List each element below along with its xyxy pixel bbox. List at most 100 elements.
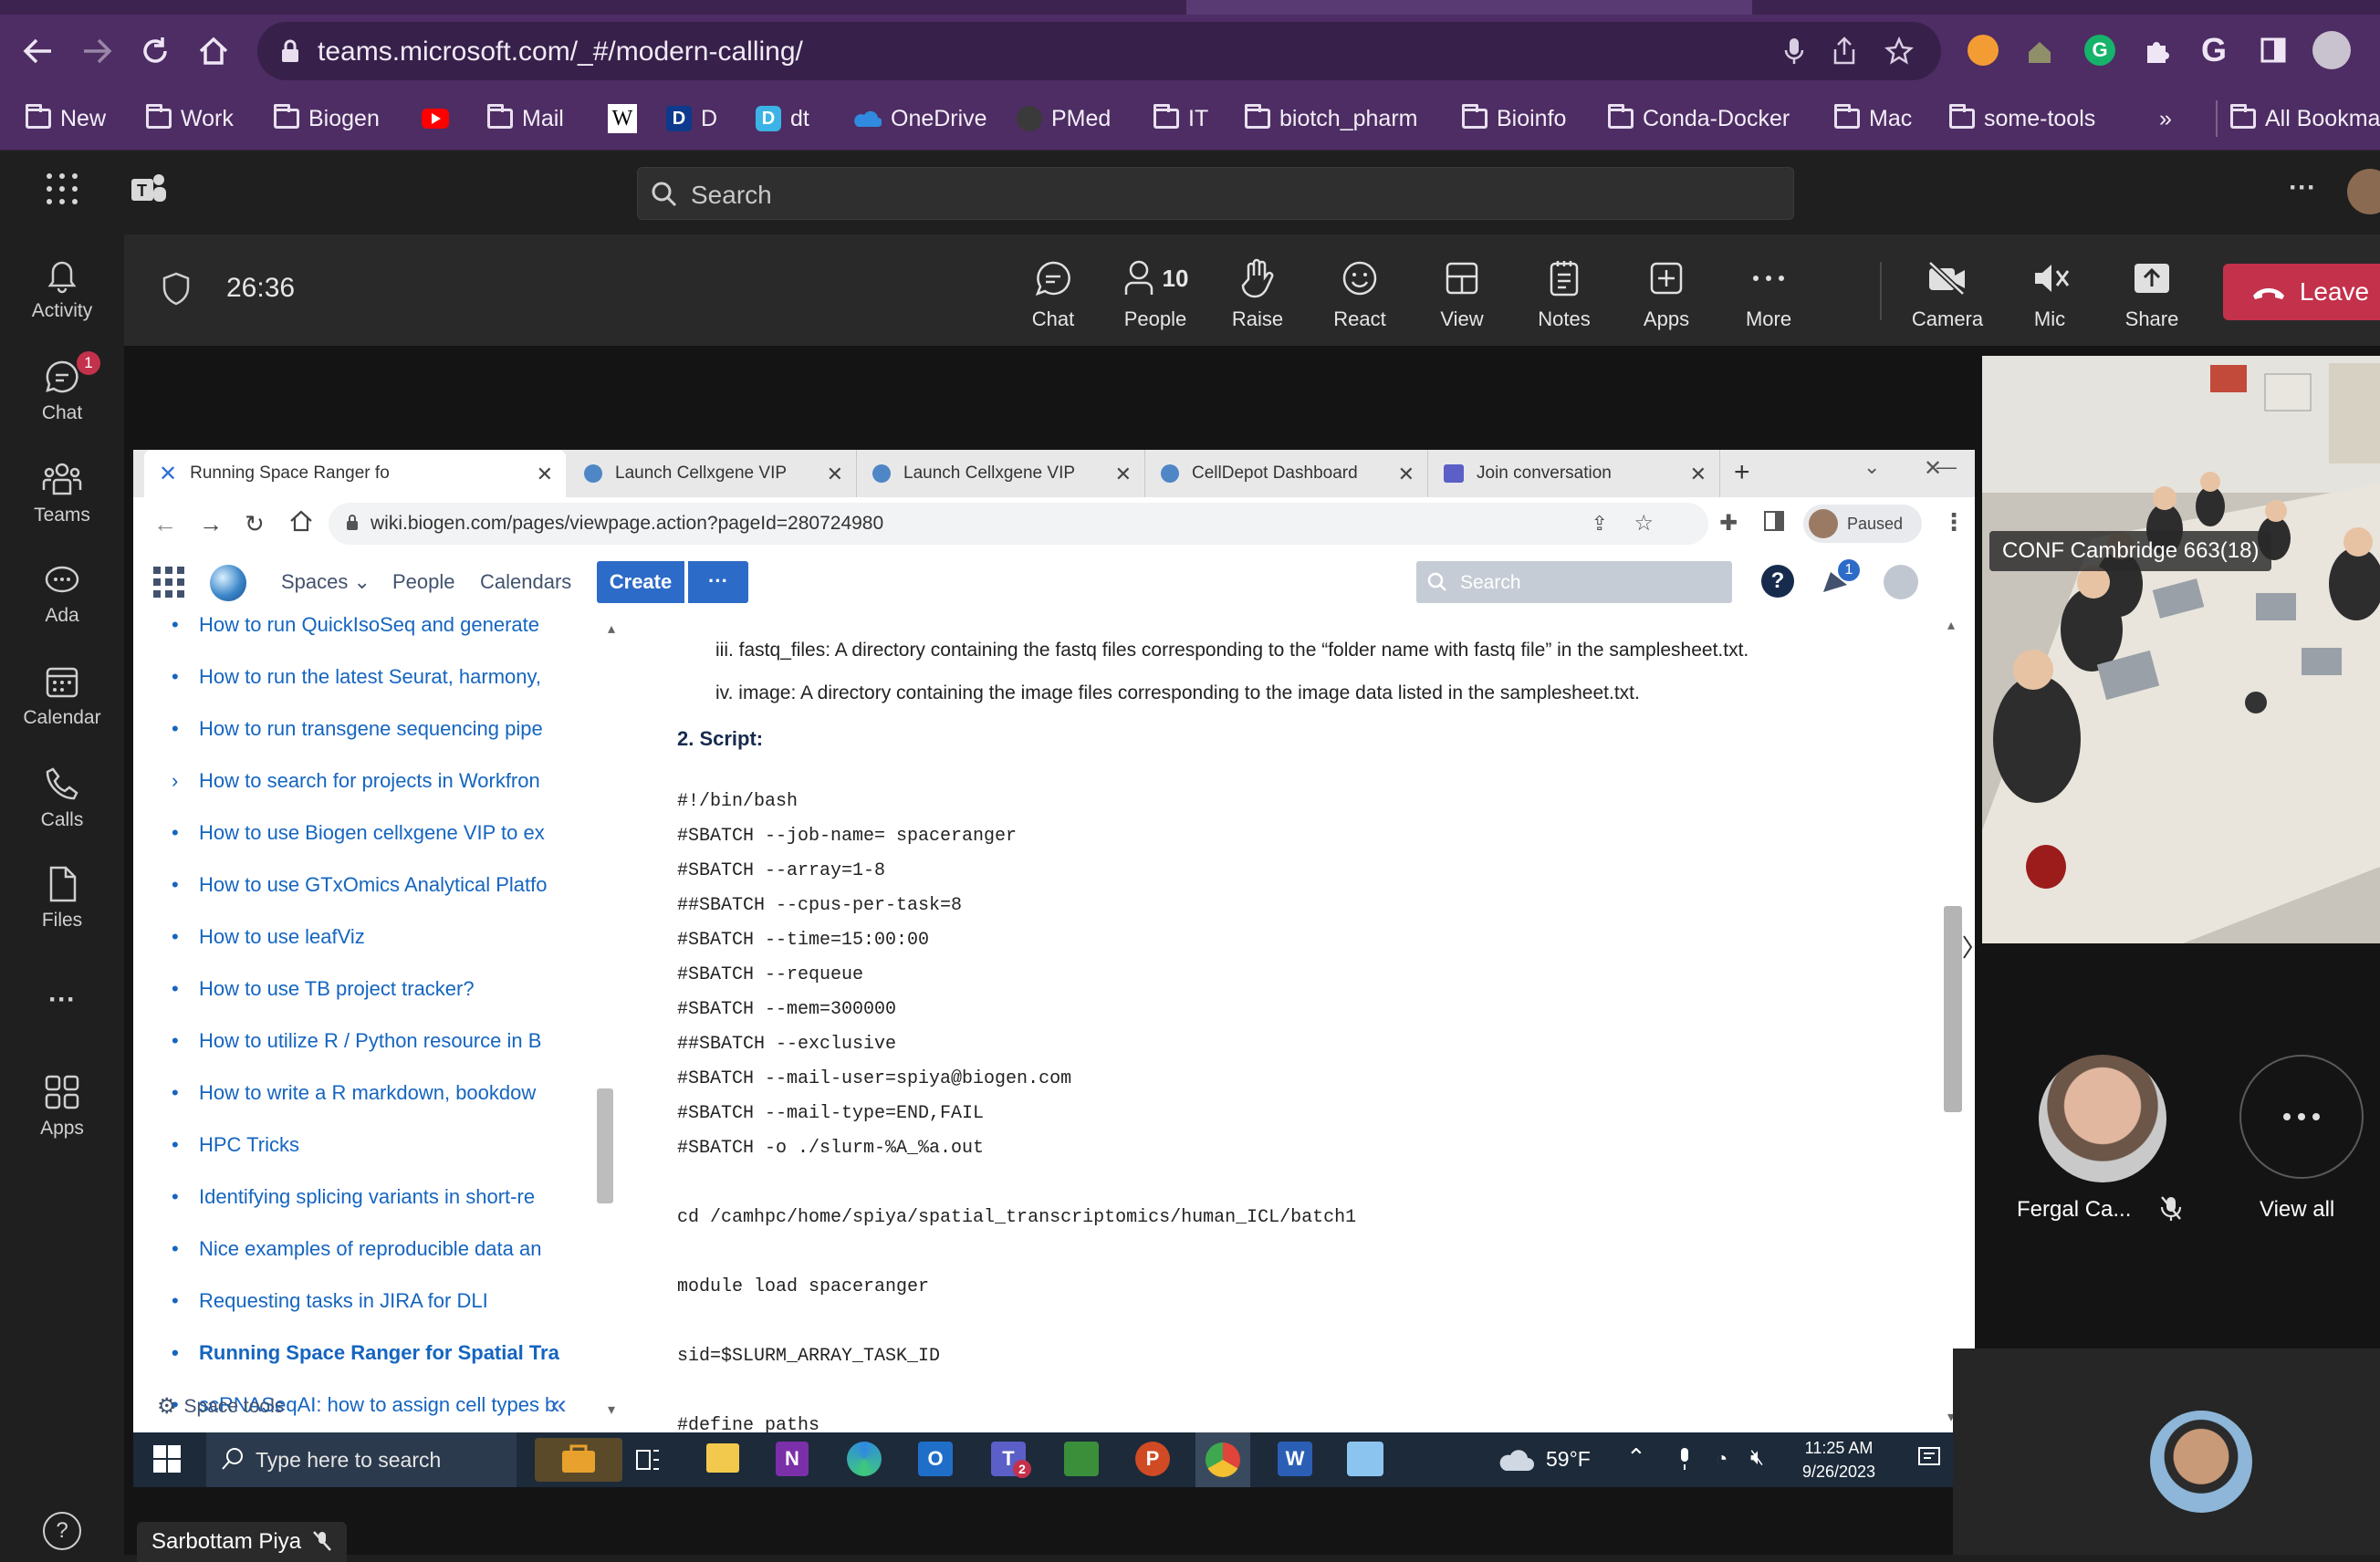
view-button[interactable]: View: [1416, 256, 1508, 331]
participant-avatar[interactable]: [2039, 1055, 2166, 1182]
share-page-icon[interactable]: [1832, 36, 1857, 66]
tree-item[interactable]: • How to run QuickIsoSeq and generate: [172, 612, 600, 645]
bookmark-wikipedia[interactable]: W: [608, 100, 637, 137]
edge-address-bar[interactable]: wiki.biogen.com/pages/viewpage.action?pa…: [329, 503, 1708, 545]
grammarly-icon[interactable]: G: [2084, 35, 2115, 66]
notification-center-icon[interactable]: [1916, 1445, 1942, 1471]
create-more-button[interactable]: ···: [688, 561, 748, 603]
file-explorer-icon[interactable]: [706, 1443, 739, 1473]
all-bookmarks[interactable]: All Bookmarks: [2216, 100, 2380, 137]
notes-button[interactable]: Notes: [1519, 256, 1610, 331]
calendars-link[interactable]: Calendars: [480, 570, 571, 594]
sidebar-toggle-icon[interactable]: [1763, 510, 1785, 532]
tray-mic-icon[interactable]: [1677, 1447, 1692, 1471]
extensions-puzzle-icon[interactable]: [2143, 35, 2174, 66]
edge-menu-icon[interactable]: ⋮: [1942, 508, 1966, 536]
powerpoint-icon[interactable]: P: [1135, 1442, 1170, 1476]
edge-home-icon[interactable]: [288, 508, 314, 534]
edge-back-icon[interactable]: ←: [153, 510, 177, 538]
people-link[interactable]: People: [392, 570, 455, 594]
close-tab-icon[interactable]: ✕: [827, 463, 843, 486]
camera-button[interactable]: Camera: [1902, 256, 1993, 331]
edge-browser-icon[interactable]: [847, 1442, 882, 1476]
tree-item[interactable]: • How to use TB project tracker?: [172, 969, 600, 1009]
tree-item[interactable]: • How to use Biogen cellxgene VIP to ex: [172, 813, 600, 853]
tree-item[interactable]: • How to use leafViz: [172, 917, 600, 957]
help-icon[interactable]: ?: [1761, 565, 1794, 598]
apps-button[interactable]: Apps: [1621, 256, 1712, 331]
tree-item[interactable]: • How to write a R markdown, bookdow: [172, 1073, 600, 1113]
chrome-active-tab[interactable]: [1186, 0, 1752, 15]
extensions-icon[interactable]: ✚: [1719, 510, 1738, 536]
sidebar-scrollbar[interactable]: [597, 1088, 613, 1203]
bookmark-bioinfo[interactable]: Bioinfo: [1462, 100, 1566, 137]
confluence-search[interactable]: Search: [1416, 561, 1732, 603]
tree-item[interactable]: • How to run the latest Seurat, harmony,: [172, 657, 600, 697]
room-video-feed[interactable]: CONF Cambridge 663(18): [1982, 356, 2380, 943]
teams-taskbar-icon[interactable]: T 2: [991, 1442, 1031, 1478]
self-avatar[interactable]: [2150, 1411, 2252, 1513]
spaces-menu[interactable]: Spaces ⌄: [281, 570, 371, 594]
image-viewer-icon[interactable]: [1347, 1442, 1383, 1476]
close-tab-icon[interactable]: ✕: [1115, 463, 1132, 486]
onenote-icon[interactable]: N: [776, 1442, 809, 1476]
close-tab-icon[interactable]: ✕: [537, 463, 553, 486]
edge-tab-join-conversation[interactable]: Join conversation ✕: [1431, 450, 1720, 497]
rail-calendar[interactable]: Calendar: [0, 661, 124, 729]
collapse-sidebar-icon[interactable]: «: [551, 1390, 567, 1421]
word-icon[interactable]: W: [1278, 1442, 1312, 1476]
user-avatar[interactable]: [2347, 169, 2380, 214]
people-button[interactable]: 10 People: [1110, 256, 1201, 331]
chrome-taskbar-item[interactable]: [1195, 1432, 1250, 1487]
network-icon[interactable]: ◔: [1716, 1447, 1728, 1471]
edge-forward-icon[interactable]: →: [199, 510, 223, 538]
share-page-icon[interactable]: ⇪: [1592, 512, 1608, 536]
house-extension-icon[interactable]: [2026, 38, 2053, 66]
tree-item[interactable]: • How to utilize R / Python resource in B: [172, 1021, 600, 1061]
app-launcher-icon[interactable]: [46, 172, 78, 205]
edge-tab-celldepot[interactable]: CellDepot Dashboard ✕: [1148, 450, 1428, 497]
teams-more-icon[interactable]: ···: [2289, 172, 2316, 203]
bookmark-dt[interactable]: Ddt: [756, 100, 809, 137]
tree-item[interactable]: • How to use GTxOmics Analytical Platfo: [172, 865, 600, 905]
task-view-icon[interactable]: [635, 1447, 661, 1473]
rail-teams[interactable]: Teams: [0, 459, 124, 526]
rail-activity[interactable]: Activity: [0, 255, 124, 322]
bookmark-conda-docker[interactable]: Conda-Docker: [1608, 100, 1790, 137]
bookmark-onedrive[interactable]: OneDrive: [851, 100, 987, 137]
expand-chevron-icon[interactable]: ›: [172, 761, 199, 801]
rail-ada[interactable]: Ada: [0, 559, 124, 627]
tab-list-icon[interactable]: ⌄: [1863, 455, 1880, 479]
windows-start-icon[interactable]: [153, 1445, 181, 1473]
window-close-icon[interactable]: ✕: [1924, 455, 1942, 482]
space-tools-button[interactable]: ⚙ Space tools: [157, 1393, 284, 1420]
raise-hand-button[interactable]: Raise: [1212, 256, 1303, 331]
tree-item[interactable]: • How to run transgene sequencing pipe: [172, 709, 600, 749]
windows-search-box[interactable]: Type here to search: [206, 1432, 517, 1487]
bookmark-mail[interactable]: Mail: [487, 100, 564, 137]
side-panel-icon[interactable]: [2260, 36, 2287, 64]
close-tab-icon[interactable]: ✕: [1690, 463, 1707, 486]
outlook-icon[interactable]: O: [918, 1442, 953, 1476]
tree-item[interactable]: › How to search for projects in Workfron: [172, 761, 600, 801]
rail-chat[interactable]: 1 Chat: [0, 351, 124, 424]
back-icon[interactable]: [20, 35, 57, 68]
view-all-button[interactable]: [2239, 1055, 2364, 1179]
rail-calls[interactable]: Calls: [0, 764, 124, 831]
close-tab-icon[interactable]: ✕: [1398, 463, 1414, 486]
bookmark-some-tools[interactable]: some-tools: [1949, 100, 2095, 137]
bookmark-youtube[interactable]: [422, 100, 449, 137]
scroll-down-icon[interactable]: ▾: [608, 1401, 615, 1419]
react-button[interactable]: React: [1314, 256, 1405, 331]
edge-reload-icon[interactable]: ↻: [245, 510, 265, 538]
bookmark-it[interactable]: IT: [1153, 100, 1208, 137]
more-button[interactable]: More: [1723, 256, 1814, 331]
home-icon[interactable]: [195, 33, 232, 69]
rail-apps[interactable]: Apps: [0, 1072, 124, 1140]
teams-search-box[interactable]: Search: [637, 167, 1794, 220]
bookmark-d[interactable]: DD: [666, 100, 717, 137]
chat-button[interactable]: Chat: [1007, 256, 1099, 331]
bookmark-pmed[interactable]: PMed: [1017, 100, 1111, 137]
share-button[interactable]: Share: [2106, 256, 2197, 331]
address-bar[interactable]: teams.microsoft.com/_#/modern-calling/: [257, 22, 1941, 80]
